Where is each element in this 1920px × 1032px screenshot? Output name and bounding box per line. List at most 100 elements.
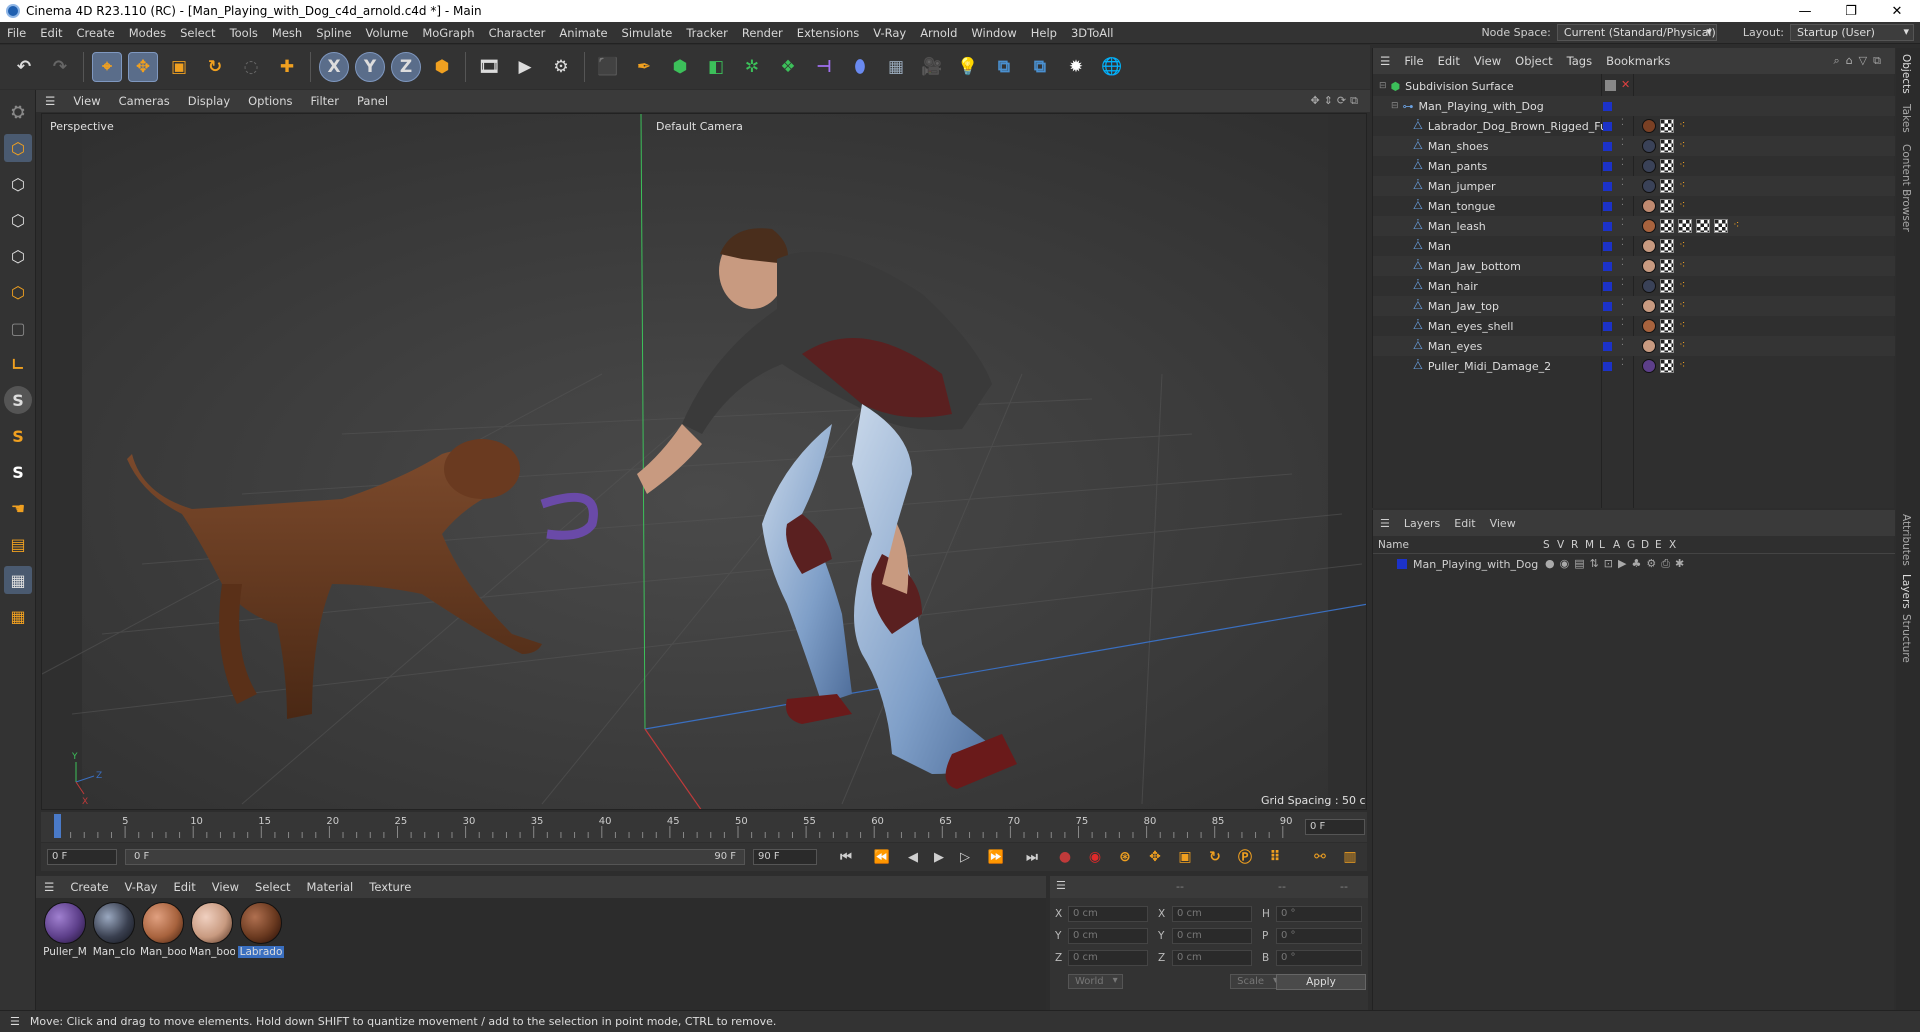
undo-icon[interactable]: ↶ — [9, 52, 39, 82]
weight-tag-icon[interactable]: ⁖ — [1679, 198, 1685, 211]
layer-color-swatch[interactable] — [1603, 262, 1612, 271]
visibility-dots-icon[interactable]: ⁚ — [1621, 318, 1624, 328]
visibility-dots-icon[interactable]: ⁚ — [1621, 118, 1624, 128]
layer-row[interactable]: Man_Playing_with_Dog ●◉▤⇅⊡▶♣⚙⎙✱ — [1373, 556, 1895, 574]
rot-h-field[interactable]: 0 ° — [1276, 906, 1362, 922]
viewport-scene[interactable]: Perspective Default Camera Grid Spacing … — [42, 114, 1367, 810]
uvw-tag-icon[interactable] — [1660, 339, 1674, 353]
collapse-icon[interactable]: ⊟ — [1391, 101, 1399, 111]
light-icon[interactable]: 💡 — [953, 52, 983, 82]
material-tag-icon[interactable] — [1642, 219, 1656, 233]
motion-system-icon[interactable]: ⚯ — [1308, 842, 1332, 872]
layer-color-swatch[interactable] — [1603, 302, 1612, 311]
coordinate-system-icon[interactable]: ⬢ — [427, 52, 457, 82]
size-x-field[interactable]: 0 cm — [1172, 906, 1252, 922]
rotate-tool-icon[interactable]: ↻ — [200, 52, 230, 82]
pos-z-field[interactable]: 0 cm — [1068, 950, 1148, 966]
visibility-dots-icon[interactable]: ⁚ — [1621, 358, 1624, 368]
grid-icon[interactable]: ▦ — [4, 566, 32, 594]
previous-key-icon[interactable]: ⏪ — [867, 842, 897, 872]
snap-settings-icon[interactable]: S — [4, 422, 32, 450]
material-menu-edit[interactable]: Edit — [165, 880, 203, 894]
object-menu-view[interactable]: View — [1467, 54, 1508, 68]
play-icon[interactable]: ▶ — [929, 842, 949, 872]
keyframe-selection-icon[interactable]: ⊛ — [1113, 842, 1137, 872]
uvw-tag-icon[interactable] — [1660, 179, 1674, 193]
viewport-menu-view[interactable]: View — [64, 94, 109, 108]
menu-animate[interactable]: Animate — [552, 26, 614, 40]
menu-mograph[interactable]: MoGraph — [415, 26, 481, 40]
material-tag-icon[interactable] — [1642, 159, 1656, 173]
timeline-ticks[interactable]: 051015202530354045505560657075808590 — [41, 812, 1367, 842]
object-row[interactable]: ⧊ Man_eyes_shell ⁚ ⁖ — [1373, 316, 1895, 336]
uvw-tag-icon[interactable] — [1660, 299, 1674, 313]
viewport-menu-filter[interactable]: Filter — [302, 94, 348, 108]
minimize-button[interactable]: — — [1782, 4, 1828, 19]
edges-mode-icon[interactable]: ⬡ — [4, 242, 32, 270]
material-tag-icon[interactable] — [1642, 299, 1656, 313]
workplane-icon[interactable]: ▤ — [4, 530, 32, 558]
go-to-start-icon[interactable]: ⏮ — [831, 842, 861, 872]
floor-environment-icon[interactable]: ▦ — [881, 52, 911, 82]
maximize-button[interactable]: ❐ — [1828, 4, 1874, 19]
previous-frame-icon[interactable]: ◀ — [903, 842, 923, 872]
visibility-dots-icon[interactable]: ⁚ — [1621, 198, 1624, 208]
visibility-dots-icon[interactable]: ⁚ — [1621, 138, 1624, 148]
enable-toggle-icon[interactable] — [1605, 80, 1616, 91]
weight-tag-icon[interactable]: ⁖ — [1679, 318, 1685, 331]
uvw-tag-icon[interactable] — [1660, 279, 1674, 293]
viewport-menu-panel[interactable]: Panel — [348, 94, 397, 108]
viewport-menu-options[interactable]: Options — [239, 94, 301, 108]
material-swatch[interactable]: Man_boo — [189, 902, 235, 958]
uvw-tag-icon[interactable] — [1660, 319, 1674, 333]
transform-tool-icon[interactable]: ✚ — [272, 52, 302, 82]
next-key-icon[interactable]: ⏩ — [981, 842, 1011, 872]
rot-p-field[interactable]: 0 ° — [1276, 928, 1362, 944]
object-row-group[interactable]: ⊟ ⊶ Man_Playing_with_Dog — [1373, 96, 1895, 116]
texture-mode-icon[interactable]: ⬡ — [4, 170, 32, 198]
layer-color-swatch[interactable] — [1603, 342, 1612, 351]
extrude-generator-icon[interactable]: ◧ — [701, 52, 731, 82]
menu-volume[interactable]: Volume — [359, 26, 416, 40]
layer-panel-menu-icon[interactable]: ☰ — [1373, 517, 1397, 530]
node-space-dropdown[interactable]: Current (Standard/Physical) — [1556, 24, 1717, 41]
menu-spline[interactable]: Spline — [309, 26, 358, 40]
menu-modes[interactable]: Modes — [122, 26, 173, 40]
live-selection-icon[interactable]: ⌖ — [92, 52, 122, 82]
key-parameter-icon[interactable]: Ⓟ — [1233, 842, 1257, 872]
workplane-lock-icon[interactable]: ▦ — [4, 602, 32, 630]
render-picture-viewer-icon[interactable]: ▶ — [510, 52, 540, 82]
size-y-field[interactable]: 0 cm — [1172, 928, 1252, 944]
weight-tag-icon[interactable]: ⁖ — [1679, 338, 1685, 351]
uvw-tag-icon[interactable] — [1660, 239, 1674, 253]
pos-y-field[interactable]: 0 cm — [1068, 928, 1148, 944]
menu-render[interactable]: Render — [735, 26, 790, 40]
y-axis-lock-button[interactable]: Y — [355, 52, 385, 82]
object-row[interactable]: ⧊ Puller_Midi_Damage_2 ⁚ ⁖ — [1373, 356, 1895, 376]
weight-tag-icon[interactable]: ⁖ — [1679, 278, 1685, 291]
object-row[interactable]: ⧊ Man_shoes ⁚ ⁖ — [1373, 136, 1895, 156]
visibility-dots-icon[interactable]: ⁚ — [1621, 178, 1624, 188]
weight-tag-icon[interactable]: ⁖ — [1679, 258, 1685, 271]
material-tag-icon[interactable] — [1642, 259, 1656, 273]
go-to-end-icon[interactable]: ⏭ — [1017, 842, 1047, 872]
uvw-tag-icon[interactable] — [1660, 219, 1674, 233]
end-frame-field[interactable]: 90 F — [753, 849, 817, 865]
viewport-menu-display[interactable]: Display — [179, 94, 239, 108]
recent-tool-icon[interactable]: ◌ — [236, 52, 266, 82]
camera-icon[interactable]: 🎥 — [917, 52, 947, 82]
render-settings-icon[interactable]: ⚙ — [546, 52, 576, 82]
record-icon[interactable]: ● — [1053, 842, 1077, 872]
visibility-dots-icon[interactable]: ⁚ — [1621, 298, 1624, 308]
playhead[interactable] — [54, 814, 61, 838]
material-tag-icon[interactable] — [1642, 359, 1656, 373]
autokey-icon[interactable]: ◉ — [1083, 842, 1107, 872]
key-pla-icon[interactable]: ⠿ — [1263, 842, 1287, 872]
status-menu-icon[interactable]: ☰ — [0, 1015, 30, 1028]
material-swatch[interactable]: Labrado — [238, 902, 284, 958]
material-menu-create[interactable]: Create — [62, 880, 116, 894]
visibility-dots-icon[interactable]: ⁚ — [1621, 238, 1624, 248]
side-tab-layers[interactable]: Layers — [1900, 574, 1912, 609]
frame-range-slider[interactable]: 0 F 90 F — [125, 849, 745, 865]
render-gear-icon[interactable]: ✹ — [1061, 52, 1091, 82]
